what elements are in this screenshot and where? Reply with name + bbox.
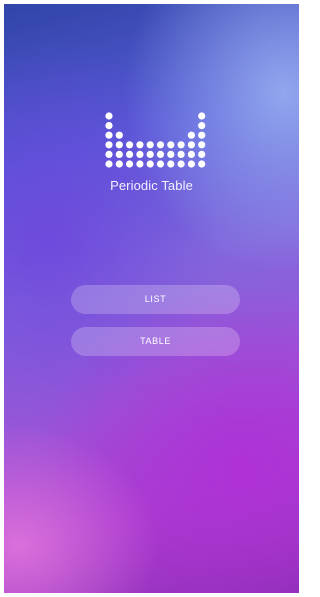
- logo-dot: [146, 141, 154, 149]
- periodic-table-dots-icon: [105, 112, 206, 168]
- logo-dot: [198, 122, 206, 130]
- logo-dot: [126, 150, 134, 158]
- logo-dot: [136, 141, 144, 149]
- logo-dot: [187, 160, 195, 168]
- logo-dot: [198, 160, 206, 168]
- logo-dot: [167, 150, 175, 158]
- logo-dot: [105, 112, 113, 120]
- logo-dot: [187, 131, 195, 139]
- logo-dot: [167, 160, 175, 168]
- splash-screen: Periodic Table LIST TABLE: [4, 4, 299, 593]
- logo-dot: [136, 160, 144, 168]
- list-button[interactable]: LIST: [71, 285, 240, 314]
- logo-dot: [198, 150, 206, 158]
- logo-dot: [115, 160, 123, 168]
- logo-dot: [105, 122, 113, 130]
- logo-dot: [156, 141, 165, 149]
- logo-dot: [177, 141, 185, 149]
- logo-dot: [198, 141, 206, 149]
- logo-dot: [146, 160, 154, 168]
- logo-dot: [105, 150, 113, 158]
- logo-dot: [156, 150, 165, 158]
- logo-dot: [115, 131, 123, 139]
- logo-dot: [198, 131, 206, 139]
- logo-dot: [136, 150, 144, 158]
- logo-dot: [115, 141, 123, 149]
- logo-dot: [115, 150, 123, 158]
- logo-dot: [156, 160, 165, 168]
- table-button[interactable]: TABLE: [71, 327, 240, 356]
- logo-dot: [198, 112, 206, 120]
- logo-dot: [105, 131, 113, 139]
- logo-dot: [146, 150, 154, 158]
- logo-dot: [187, 150, 195, 158]
- logo-dot: [105, 160, 113, 168]
- logo-dot: [177, 160, 185, 168]
- logo-dot: [187, 141, 195, 149]
- app-title: Periodic Table: [110, 178, 193, 193]
- logo-dot: [167, 141, 175, 149]
- logo-dot: [105, 141, 113, 149]
- logo-dot: [126, 141, 134, 149]
- logo-dot: [126, 160, 134, 168]
- logo-dot: [177, 150, 185, 158]
